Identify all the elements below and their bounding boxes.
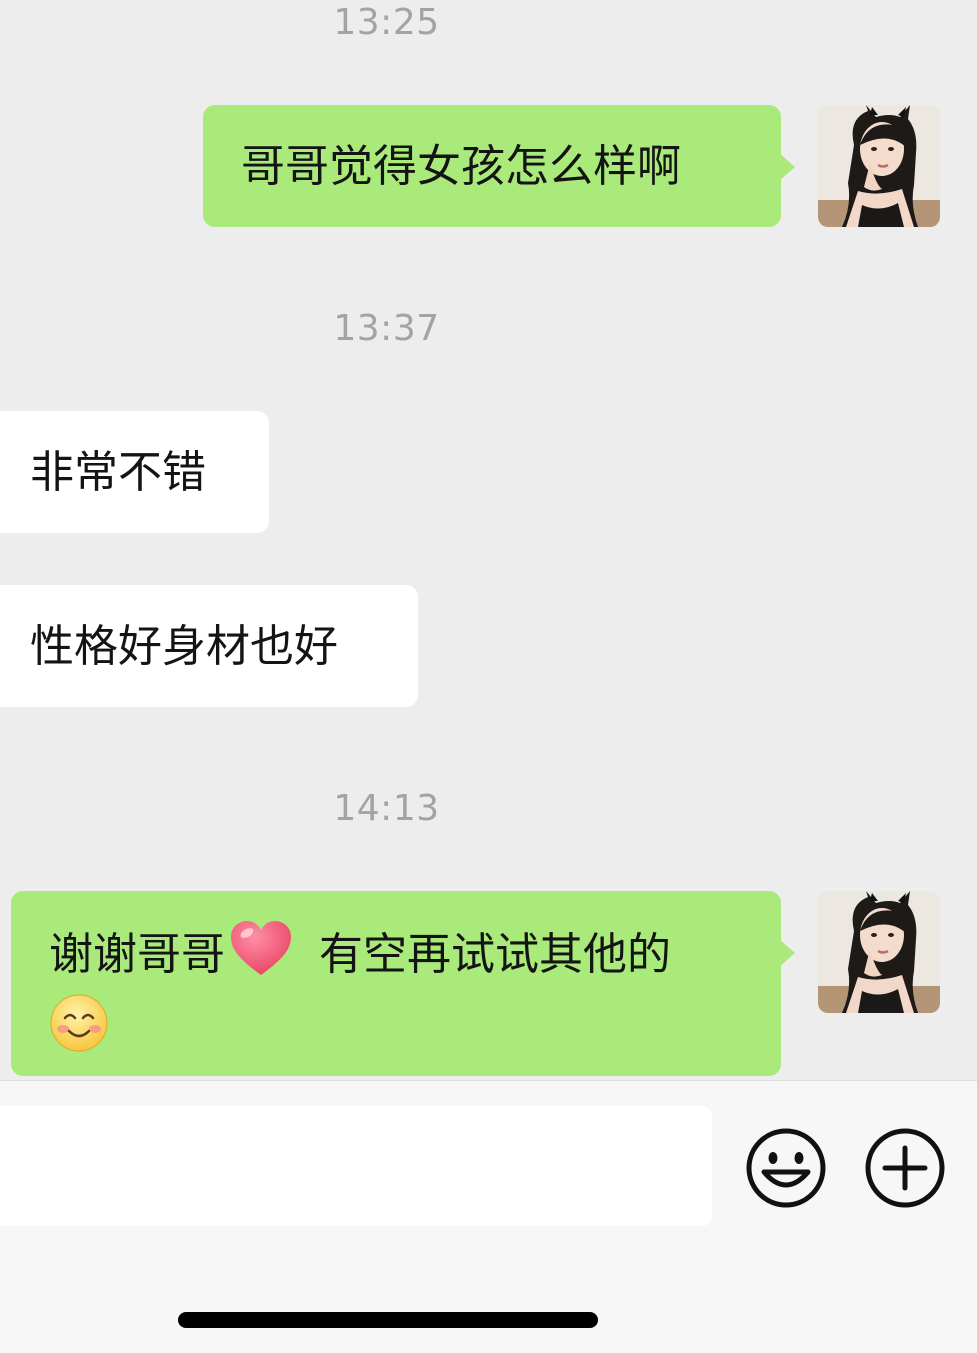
user-avatar[interactable]: [818, 891, 940, 1013]
message-text: 性格好身材也好: [30, 621, 338, 672]
message-text: 非常不错: [30, 447, 206, 498]
incoming-message-bubble[interactable]: 性格好身材也好: [0, 585, 418, 707]
smiley-face-icon[interactable]: [744, 1126, 828, 1210]
outgoing-message-bubble[interactable]: 哥哥觉得女孩怎么样啊: [203, 105, 795, 227]
heart-emoji: [231, 921, 291, 993]
timestamp: 13:37: [333, 308, 440, 349]
smiling-face-emoji: [49, 993, 109, 1069]
outgoing-message-bubble[interactable]: 谢谢哥哥 有空再试试其他的: [11, 891, 795, 1076]
message-text: 有空再试试其他的: [319, 929, 671, 980]
timestamp: 13:25: [333, 2, 440, 43]
message-text: 谢谢哥哥: [49, 929, 225, 980]
timestamp: 14:13: [333, 788, 440, 829]
chat-area[interactable]: 13:25 哥哥觉得女孩怎么样啊 13:37 非常不错 性格好身材也好 14:1…: [0, 0, 977, 1080]
home-indicator[interactable]: [178, 1312, 598, 1328]
message-input[interactable]: [0, 1106, 712, 1226]
plus-circle-icon[interactable]: [863, 1126, 947, 1210]
incoming-message-bubble[interactable]: 非常不错: [0, 411, 269, 533]
message-text: 哥哥觉得女孩怎么样啊: [241, 141, 681, 192]
user-avatar[interactable]: [818, 105, 940, 227]
